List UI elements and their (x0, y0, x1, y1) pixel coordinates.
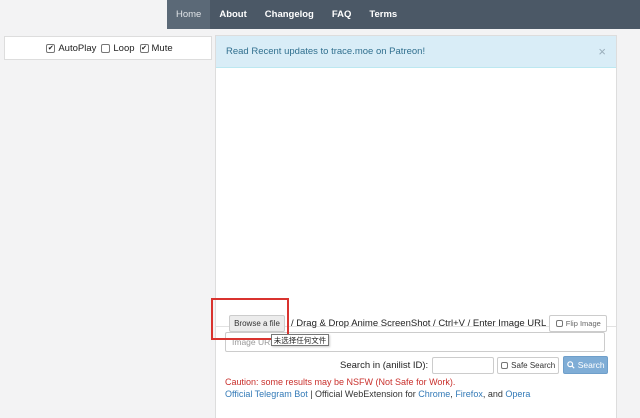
mute-option[interactable]: ✔ Mute (137, 43, 173, 54)
loop-option[interactable]: Loop (98, 42, 135, 54)
upload-row: Browse a file / Drag & Drop Anime Screen… (225, 312, 615, 334)
chrome-link[interactable]: Chrome (418, 389, 450, 399)
patreon-alert: Read Recent updates to trace.moe on Patr… (216, 36, 616, 68)
nav-home[interactable]: Home (167, 0, 211, 29)
autoplay-checkbox[interactable]: ✔ (46, 43, 56, 53)
flip-checkbox[interactable] (555, 319, 563, 327)
and-separator: , and (482, 389, 506, 399)
opera-link[interactable]: Opera (505, 389, 530, 399)
image-preview-area[interactable] (216, 69, 616, 327)
drag-drop-instructions: / Drag & Drop Anime ScreenShot / Ctrl+V … (291, 317, 547, 329)
nav-changelog[interactable]: Changelog (256, 0, 323, 29)
loop-label: Loop (113, 42, 135, 54)
flip-image-button[interactable]: Flip Image (549, 314, 608, 332)
navbar-menu: Home About Changelog FAQ Terms (167, 0, 640, 29)
official-links: Official Telegram Bot | Official WebExte… (225, 389, 530, 399)
nav-terms[interactable]: Terms (360, 0, 406, 29)
navbar: Home About Changelog FAQ Terms (0, 0, 640, 29)
nsfw-caution: Caution: some results may be NSFW (Not S… (225, 377, 456, 387)
search-button-label: Search (577, 360, 605, 370)
safe-search-checkbox[interactable] (501, 361, 509, 369)
telegram-bot-link[interactable]: Official Telegram Bot (225, 389, 308, 399)
flip-label: Flip Image (565, 318, 601, 328)
loop-checkbox[interactable] (101, 43, 111, 53)
anilist-search-label: Search in (anilist ID): (340, 359, 429, 371)
browse-file-button[interactable]: Browse a file (229, 314, 285, 332)
firefox-link[interactable]: Firefox (455, 389, 483, 399)
mute-checkbox[interactable]: ✔ (139, 43, 149, 53)
anilist-id-input[interactable] (432, 356, 495, 374)
safe-search-button[interactable]: Safe Search (497, 356, 560, 374)
autoplay-option[interactable]: ✔ AutoPlay (43, 43, 96, 54)
file-tooltip: 未选择任何文件 (271, 334, 329, 346)
player-options: ✔ AutoPlay Loop ✔ Mute (4, 36, 212, 60)
nav-about[interactable]: About (210, 0, 255, 29)
webextension-text: | Official WebExtension for (307, 389, 419, 399)
safe-search-label: Safe Search (511, 360, 556, 370)
mute-label: Mute (151, 42, 173, 54)
search-button[interactable]: Search (563, 356, 609, 374)
magnifier-icon (566, 361, 575, 369)
close-icon[interactable]: × (598, 44, 606, 59)
autoplay-label: AutoPlay (58, 42, 97, 54)
nav-faq[interactable]: FAQ (323, 0, 361, 29)
alert-text: Read Recent updates to trace.moe on Patr… (226, 46, 426, 57)
search-row: Search in (anilist ID): Safe Search Sear… (340, 356, 609, 374)
